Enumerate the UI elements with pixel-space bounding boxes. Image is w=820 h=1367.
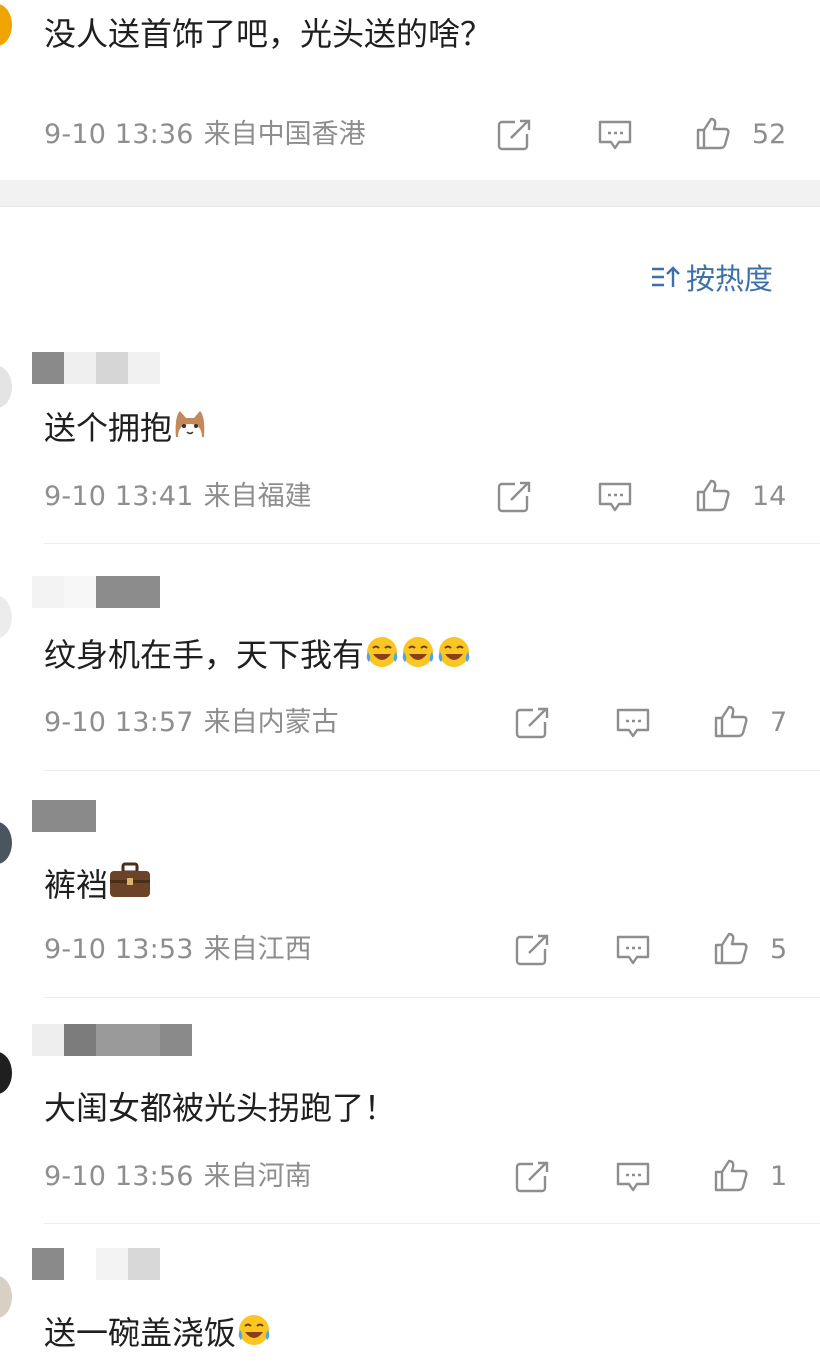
like-count: 14 — [752, 481, 787, 512]
laugh-cry-emoji — [364, 634, 400, 670]
laugh-cry-emoji — [400, 634, 436, 670]
avatar[interactable] — [0, 822, 12, 864]
divider — [44, 1223, 820, 1224]
comment-text-body: 纹身机在手，天下我有 — [44, 636, 365, 674]
laugh-cry-emoji — [436, 634, 472, 670]
comment-meta: 9-10 13:41 来自福建 — [44, 480, 312, 514]
comment-text: 大闺女都被光头拐跑了！ — [44, 1089, 397, 1127]
avatar[interactable] — [0, 1052, 12, 1094]
comment-meta: 9-10 13:56 来自河南 — [44, 1160, 312, 1194]
laugh-cry-emoji — [236, 1312, 272, 1348]
comment-location: 来自福建 — [203, 481, 312, 512]
comment-meta: 9-10 13:53 来自江西 — [44, 933, 312, 967]
comment-meta: 9-10 13:36 来自中国香港 — [44, 118, 366, 152]
like-count: 52 — [752, 119, 787, 150]
comment-location: 来自中国香港 — [203, 119, 366, 150]
like-count: 1 — [770, 1161, 788, 1192]
share-icon[interactable] — [497, 480, 533, 514]
comment-time: 9-10 13:57 — [44, 707, 194, 738]
comment-icon[interactable] — [597, 118, 633, 152]
comment-text: 没人送首饰了吧，光头送的啥？ — [44, 15, 493, 53]
username-blurred[interactable] — [32, 1024, 192, 1056]
divider — [44, 770, 820, 771]
thumbs-up-icon[interactable] — [713, 704, 749, 738]
comment-text: 裤裆 — [44, 860, 152, 905]
comment-text: 送个拥抱 — [44, 407, 208, 448]
comment-icon[interactable] — [615, 933, 651, 967]
comment-location: 来自河南 — [203, 1161, 312, 1192]
share-icon[interactable] — [515, 933, 551, 967]
share-icon[interactable] — [515, 706, 551, 740]
username-blurred[interactable] — [32, 1248, 160, 1280]
avatar[interactable] — [0, 596, 12, 638]
avatar[interactable] — [0, 4, 12, 46]
comment-time: 9-10 13:56 — [44, 1161, 194, 1192]
comment-location: 来自内蒙古 — [203, 707, 339, 738]
comment-text-body: 裤裆 — [44, 866, 109, 904]
username-blurred[interactable] — [32, 352, 160, 384]
comment-text-body: 送一碗盖浇饭 — [44, 1314, 237, 1352]
thumbs-up-icon[interactable] — [695, 478, 731, 512]
divider — [44, 543, 820, 544]
thumbs-up-icon[interactable] — [713, 1158, 749, 1192]
avatar[interactable] — [0, 1276, 12, 1318]
comment-time: 9-10 13:53 — [44, 934, 194, 965]
briefcase-emoji — [108, 860, 152, 900]
comment-icon[interactable] — [615, 1160, 651, 1194]
comment-time: 9-10 13:41 — [44, 481, 194, 512]
comment-icon[interactable] — [597, 480, 633, 514]
sort-button[interactable]: 按热度 — [650, 258, 773, 296]
comment-time: 9-10 13:36 — [44, 119, 194, 150]
comment-text: 送一碗盖浇饭 — [44, 1312, 272, 1353]
like-count: 5 — [770, 934, 788, 965]
username-blurred[interactable] — [32, 576, 160, 608]
share-icon[interactable] — [497, 118, 533, 152]
thumbs-up-icon[interactable] — [713, 931, 749, 965]
like-count: 7 — [770, 707, 788, 738]
divider — [44, 997, 820, 998]
comment-icon[interactable] — [615, 706, 651, 740]
thumbs-up-icon[interactable] — [695, 116, 731, 150]
sort-label: 按热度 — [686, 262, 774, 296]
comment-location: 来自江西 — [203, 934, 312, 965]
cat-emoji — [172, 407, 208, 443]
comment-meta: 9-10 13:57 来自内蒙古 — [44, 706, 339, 740]
share-icon[interactable] — [515, 1160, 551, 1194]
username-blurred[interactable] — [32, 800, 96, 832]
comment-text: 纹身机在手，天下我有 — [44, 634, 472, 675]
avatar[interactable] — [0, 366, 12, 408]
section-divider — [0, 180, 820, 207]
comment-text-body: 送个拥抱 — [44, 409, 173, 447]
sort-icon — [650, 263, 682, 291]
